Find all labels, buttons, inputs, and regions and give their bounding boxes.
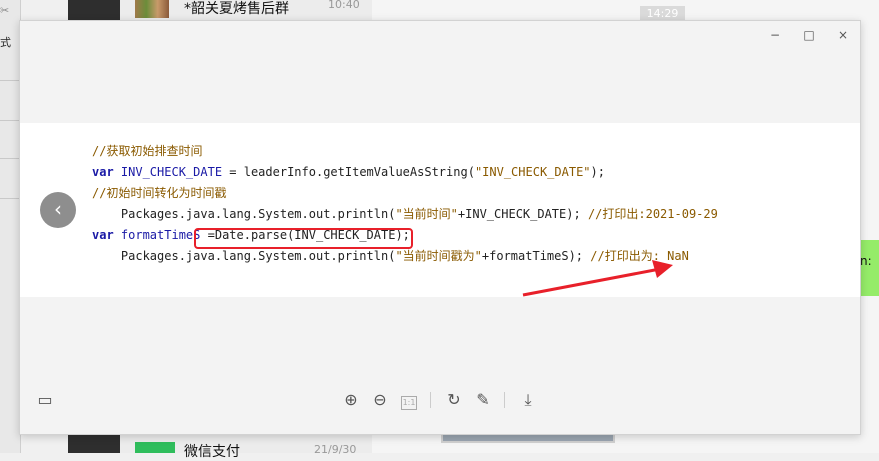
edit-icon[interactable]: ✎ (472, 389, 494, 411)
chat-time-pill: 14:29 (640, 6, 685, 21)
actual-size-icon[interactable]: 1:1 (398, 389, 420, 411)
viewer-toolbar: ▭ ⊕ ⊖ 1:1 ↻ ✎ ⤓ (20, 389, 860, 413)
image-viewer-window: − □ × //获取初始排查时间 var INV_CHECK_DATE = lea… (19, 20, 861, 435)
chat-bubble-text: n: (860, 254, 872, 268)
minimize-button[interactable]: − (765, 25, 785, 45)
left-edge-label: 式 (0, 36, 11, 49)
chat-bubble (860, 240, 879, 296)
chat-list-top-title[interactable]: *韶关夏烤售后群 (184, 0, 289, 18)
previous-image-button[interactable]: ‹ (40, 192, 76, 228)
chat-list-top-time: 10:40 (328, 0, 360, 11)
layout-icon[interactable]: ▭ (34, 389, 56, 411)
zoom-in-icon[interactable]: ⊕ (340, 389, 362, 411)
chat-list-bottom-title[interactable]: 微信支付 (184, 441, 240, 461)
rotate-icon[interactable]: ↻ (443, 389, 465, 411)
annotation-arrow (522, 260, 673, 297)
maximize-button[interactable]: □ (799, 25, 819, 45)
download-icon[interactable]: ⤓ (517, 389, 539, 411)
background-left-panel: ✂ 式 (0, 0, 21, 453)
wechat-pay-avatar (135, 442, 175, 453)
close-button[interactable]: × (833, 25, 853, 45)
chat-list-bottom-date: 21/9/30 (314, 443, 357, 456)
scissors-icon: ✂ (0, 4, 10, 17)
zoom-out-icon[interactable]: ⊖ (369, 389, 391, 411)
group-avatar (135, 0, 169, 18)
viewed-image: //获取初始排查时间 var INV_CHECK_DATE = leaderInf… (20, 123, 860, 297)
